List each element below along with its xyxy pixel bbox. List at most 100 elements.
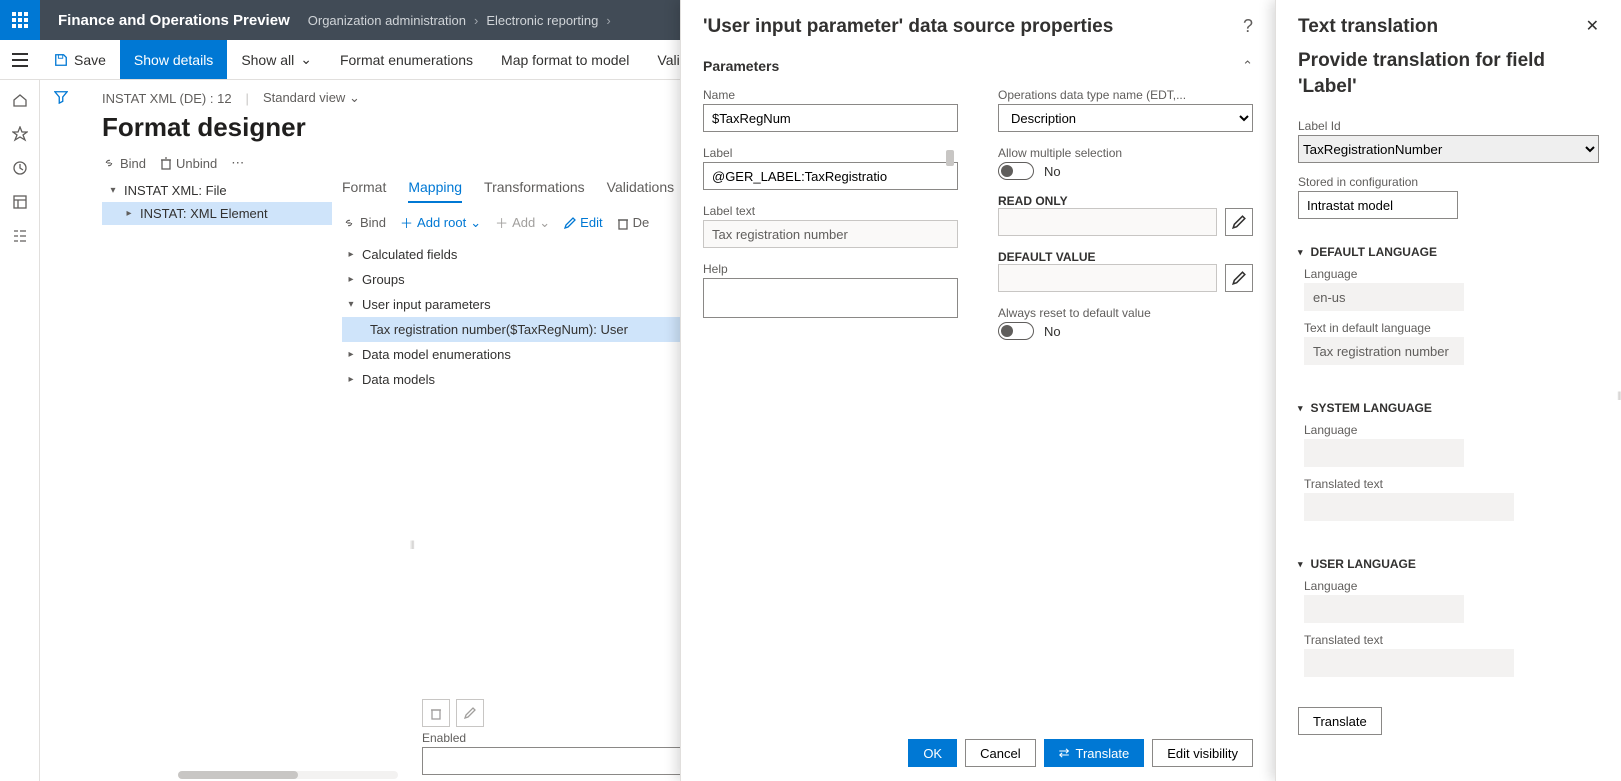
ok-button[interactable]: OK xyxy=(908,739,957,767)
modules-icon[interactable] xyxy=(10,226,30,246)
default-lang-header[interactable]: DEFAULT LANGUAGE xyxy=(1298,245,1599,259)
edit-visibility-button[interactable]: Edit visibility xyxy=(1152,739,1253,767)
readonly-label: READ ONLY xyxy=(998,194,1253,208)
unbind-button[interactable]: Unbind xyxy=(160,156,217,171)
default-value xyxy=(998,264,1217,292)
label-label: Label xyxy=(703,146,958,160)
translate-button[interactable]: ⇄Translate xyxy=(1044,739,1145,767)
system-lang-value xyxy=(1304,439,1464,467)
edit-button[interactable]: Edit xyxy=(564,215,602,230)
nav-menu-button[interactable] xyxy=(0,53,40,67)
view-selector[interactable]: Standard view ⌄ xyxy=(263,90,360,106)
help-input[interactable] xyxy=(703,278,958,318)
always-reset-value: No xyxy=(1044,324,1061,339)
user-text-value xyxy=(1304,649,1514,677)
tab-validations[interactable]: Validations xyxy=(607,179,674,203)
add-button: ＋ Add ⌄ xyxy=(495,213,550,232)
lang-label: Language xyxy=(1304,579,1599,593)
config-name: INSTAT XML (DE) : 12 xyxy=(102,91,232,106)
translate-action-button[interactable]: Translate xyxy=(1298,707,1382,735)
stored-label: Stored in configuration xyxy=(1298,175,1599,189)
caret-right-icon: ▸ xyxy=(346,274,356,285)
tree-item-label: INSTAT: XML Element xyxy=(140,206,268,221)
tab-format[interactable]: Format xyxy=(342,179,386,203)
translation-panel: Text translation ✕ Provide translation f… xyxy=(1275,0,1621,781)
text-label: Translated text xyxy=(1304,477,1599,491)
save-button[interactable]: Save xyxy=(40,40,120,79)
delete-icon-button[interactable] xyxy=(422,699,450,727)
allow-multi-toggle[interactable] xyxy=(998,162,1034,180)
edit-default-button[interactable] xyxy=(1225,264,1253,292)
splitter-handle[interactable]: ⦀ xyxy=(410,540,413,553)
delete-button[interactable]: De xyxy=(617,215,650,230)
breadcrumb-item[interactable]: Organization administration xyxy=(308,13,466,28)
lang-label: Language xyxy=(1304,423,1599,437)
allow-multi-label: Allow multiple selection xyxy=(998,146,1253,160)
tree-item[interactable]: ▾ INSTAT XML: File xyxy=(102,179,332,202)
chevron-up-icon: ⌃ xyxy=(1242,58,1253,74)
workspace-icon[interactable] xyxy=(10,192,30,212)
horizontal-scrollbar[interactable] xyxy=(178,771,398,779)
readonly-value xyxy=(998,208,1217,236)
system-text-value xyxy=(1304,493,1514,521)
format-enums-label: Format enumerations xyxy=(340,52,473,68)
translate-icon: ⇄ xyxy=(1059,745,1070,761)
name-input[interactable] xyxy=(703,104,958,132)
section-header[interactable]: Parameters ⌃ xyxy=(703,52,1253,80)
label-id-select[interactable]: TaxRegistrationNumber xyxy=(1298,135,1599,163)
chevron-right-icon: › xyxy=(474,13,478,28)
close-icon[interactable]: ✕ xyxy=(1586,16,1599,36)
star-icon[interactable] xyxy=(10,124,30,144)
app-launcher-button[interactable] xyxy=(0,0,40,40)
label-marker-icon xyxy=(946,150,954,166)
system-lang-header[interactable]: SYSTEM LANGUAGE xyxy=(1298,401,1599,415)
home-icon[interactable] xyxy=(10,90,30,110)
bind-button[interactable]: Bind xyxy=(342,215,386,230)
tab-mapping[interactable]: Mapping xyxy=(408,179,462,203)
always-reset-toggle[interactable] xyxy=(998,322,1034,340)
app-title: Finance and Operations Preview xyxy=(40,12,308,29)
caret-down-icon: ▾ xyxy=(346,299,356,310)
show-details-button[interactable]: Show details xyxy=(120,40,227,79)
cancel-button[interactable]: Cancel xyxy=(965,739,1035,767)
save-label: Save xyxy=(74,52,106,68)
text-label: Translated text xyxy=(1304,633,1599,647)
edit-icon-button[interactable] xyxy=(456,699,484,727)
recent-icon[interactable] xyxy=(10,158,30,178)
user-lang-header[interactable]: USER LANGUAGE xyxy=(1298,557,1599,571)
translation-title: Text translation xyxy=(1298,16,1438,38)
section-title: Parameters xyxy=(703,58,779,74)
map-format-label: Map format to model xyxy=(501,52,629,68)
help-label: Help xyxy=(703,262,958,276)
caret-down-icon: ▾ xyxy=(108,185,118,196)
chevron-right-icon: › xyxy=(606,13,610,28)
edit-readonly-button[interactable] xyxy=(1225,208,1253,236)
allow-multi-value: No xyxy=(1044,164,1061,179)
stored-input[interactable] xyxy=(1298,191,1458,219)
lang-label: Language xyxy=(1304,267,1599,281)
default-value-label: DEFAULT VALUE xyxy=(998,250,1253,264)
bind-button[interactable]: Bind xyxy=(102,156,146,171)
label-text-readonly: Tax registration number xyxy=(703,220,958,248)
format-tree: ▾ INSTAT XML: File ▸ INSTAT: XML Element xyxy=(102,179,332,720)
breadcrumb: Organization administration › Electronic… xyxy=(308,13,611,28)
tab-transformations[interactable]: Transformations xyxy=(484,179,585,203)
format-enumerations-button[interactable]: Format enumerations xyxy=(326,40,487,79)
show-details-label: Show details xyxy=(134,52,213,68)
more-button[interactable]: ⋯ xyxy=(231,155,244,171)
splitter-handle[interactable]: ⦀ xyxy=(1617,391,1620,404)
caret-right-icon: ▸ xyxy=(346,249,356,260)
add-root-button[interactable]: ＋ Add root ⌄ xyxy=(400,213,481,232)
help-icon[interactable]: ? xyxy=(1243,16,1253,37)
show-all-label: Show all xyxy=(241,52,294,68)
filter-icon[interactable] xyxy=(54,90,68,781)
map-format-button[interactable]: Map format to model xyxy=(487,40,643,79)
breadcrumb-item[interactable]: Electronic reporting xyxy=(486,13,598,28)
tree-item-label: INSTAT XML: File xyxy=(124,183,227,198)
caret-right-icon: ▸ xyxy=(124,208,134,219)
tree-item[interactable]: ▸ INSTAT: XML Element xyxy=(102,202,332,225)
label-input[interactable] xyxy=(703,162,958,190)
edt-select[interactable]: Description xyxy=(998,104,1253,132)
show-all-button[interactable]: Show all ⌄ xyxy=(227,40,326,79)
edt-label: Operations data type name (EDT,... xyxy=(998,88,1253,102)
